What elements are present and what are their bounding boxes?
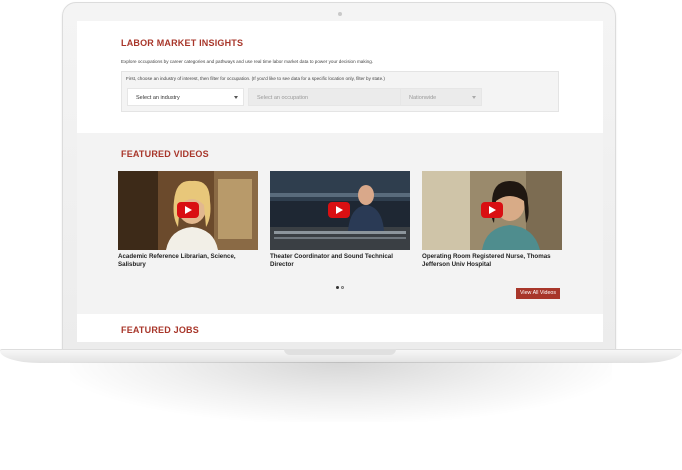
section-title: FEATURED VIDEOS xyxy=(121,149,209,159)
play-button[interactable] xyxy=(328,202,350,218)
camera-icon xyxy=(338,12,342,16)
section-title: LABOR MARKET INSIGHTS xyxy=(121,38,244,48)
carousel-dot-1[interactable] xyxy=(336,286,339,289)
filter-hint: First, choose an industry of interest, t… xyxy=(126,76,385,81)
video-card[interactable]: Academic Reference Librarian, Science, S… xyxy=(118,171,258,269)
video-title[interactable]: Operating Room Registered Nurse, Thomas … xyxy=(422,253,562,269)
industry-select-value: Select an industry xyxy=(136,95,180,101)
play-button[interactable] xyxy=(177,202,199,218)
view-all-videos-button[interactable]: View All Videos xyxy=(516,288,561,299)
video-thumbnail[interactable] xyxy=(270,171,410,250)
location-select[interactable]: Nationwide xyxy=(400,88,482,106)
occupation-select[interactable]: Select an occupation xyxy=(248,88,420,106)
play-icon xyxy=(336,206,343,214)
play-button[interactable] xyxy=(481,202,503,218)
carousel-dot-2[interactable] xyxy=(341,286,344,289)
screen: LABOR MARKET INSIGHTS Explore occupation… xyxy=(77,21,603,342)
video-title[interactable]: Theater Coordinator and Sound Technical … xyxy=(270,253,410,269)
location-select-value: Nationwide xyxy=(409,95,437,101)
laptop-notch xyxy=(284,349,396,355)
laptop-shadow xyxy=(70,362,612,422)
carousel-dots xyxy=(336,276,346,294)
video-card[interactable]: Operating Room Registered Nurse, Thomas … xyxy=(422,171,562,269)
section-title: FEATURED JOBS xyxy=(121,325,199,335)
video-card[interactable]: Theater Coordinator and Sound Technical … xyxy=(270,171,410,269)
play-icon xyxy=(489,206,496,214)
video-title[interactable]: Academic Reference Librarian, Science, S… xyxy=(118,253,258,269)
section-description: Explore occupations by career categories… xyxy=(121,59,374,64)
occupation-select-value: Select an occupation xyxy=(257,95,309,101)
labor-market-section: LABOR MARKET INSIGHTS Explore occupation… xyxy=(77,21,603,133)
chevron-down-icon xyxy=(234,96,238,99)
video-thumbnail[interactable] xyxy=(118,171,258,250)
featured-jobs-section: FEATURED JOBS xyxy=(77,314,603,342)
filter-panel: First, choose an industry of interest, t… xyxy=(121,71,559,112)
chevron-down-icon xyxy=(472,96,476,99)
video-thumbnail[interactable] xyxy=(422,171,562,250)
play-icon xyxy=(185,206,192,214)
industry-select[interactable]: Select an industry xyxy=(127,88,244,106)
